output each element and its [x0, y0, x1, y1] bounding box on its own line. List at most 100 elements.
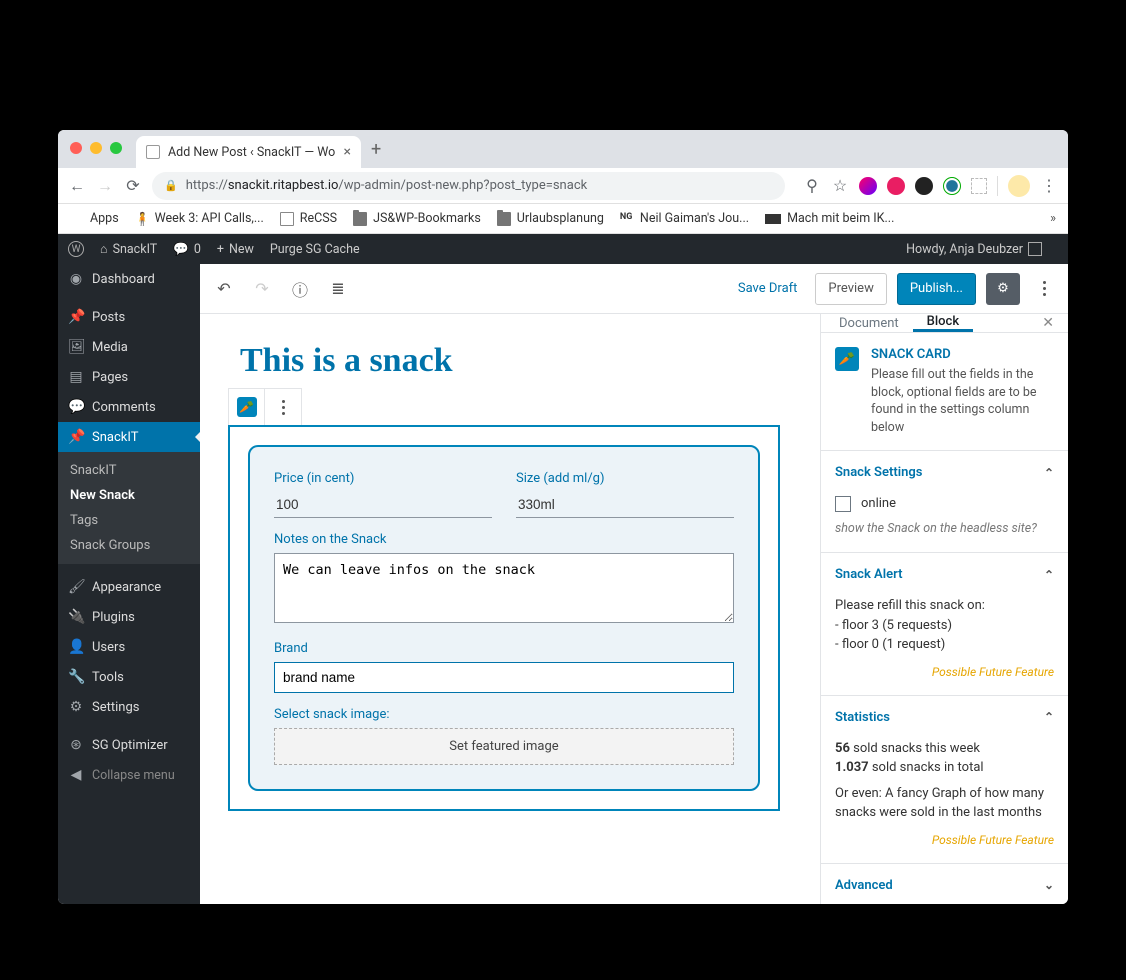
bookmark-item[interactable]: Mach mit beim IK...	[765, 211, 894, 226]
purge-cache[interactable]: Purge SG Cache	[270, 242, 360, 257]
panel-toggle[interactable]: Statistics⌃	[821, 696, 1068, 739]
more-button[interactable]	[1030, 275, 1058, 303]
extension-icon[interactable]	[859, 177, 877, 195]
menu-sg-optimizer[interactable]: ⊛SG Optimizer	[58, 730, 200, 760]
editor-toolbar: ↶ ↷ ⓘ ≣ Save Draft Preview Publish... ⚙	[200, 264, 1068, 314]
collapse-icon: ◀	[68, 767, 84, 783]
publish-button[interactable]: Publish...	[897, 273, 976, 305]
bookmark-apps[interactable]: Apps	[70, 211, 119, 226]
star-icon[interactable]: ☆	[831, 176, 849, 195]
menu-plugins[interactable]: 🔌Plugins	[58, 602, 200, 632]
menu-snackit[interactable]: 📌SnackIT	[58, 422, 200, 452]
browser-menu-icon[interactable]: ⋮	[1040, 176, 1058, 195]
chevron-up-icon: ⌃	[1044, 710, 1054, 724]
extension-icon[interactable]	[915, 177, 933, 195]
bookmark-folder[interactable]: Urlaubsplanung	[497, 211, 604, 226]
menu-settings[interactable]: ⚙Settings	[58, 692, 200, 722]
extension-icon[interactable]	[887, 177, 905, 195]
brand-input[interactable]	[274, 662, 734, 693]
address-bar[interactable]: 🔒 https://snackit.ritapbest.io/wp-admin/…	[152, 172, 785, 200]
bookmark-folder[interactable]: JS&WP-Bookmarks	[353, 211, 481, 226]
gear-icon: ⚙	[997, 281, 1009, 296]
block-description: Please fill out the fields in the block,…	[871, 366, 1054, 436]
folder-icon	[497, 212, 511, 226]
outline-button[interactable]: ≣	[324, 275, 352, 303]
site-link[interactable]: ⌂SnackIT	[100, 242, 157, 257]
submenu-snackit: SnackIT New Snack Tags Snack Groups	[58, 452, 200, 564]
menu-pages[interactable]: ▤Pages	[58, 362, 200, 392]
online-checkbox-row[interactable]: online	[835, 494, 1054, 514]
menu-tools[interactable]: 🔧Tools	[58, 662, 200, 692]
post-title[interactable]: This is a snack	[240, 342, 780, 380]
menu-users[interactable]: 👤Users	[58, 632, 200, 662]
menu-posts[interactable]: 📌Posts	[58, 302, 200, 332]
alert-intro: Please refill this snack on:	[835, 596, 1054, 616]
user-greeting[interactable]: Howdy, Anja Deubzer	[906, 242, 1042, 257]
size-input[interactable]	[516, 492, 734, 518]
redo-button[interactable]: ↷	[248, 275, 276, 303]
back-button[interactable]: ←	[68, 176, 86, 196]
zoom-icon[interactable]: ⚲	[803, 176, 821, 195]
tab-block[interactable]: Block	[913, 314, 973, 332]
undo-button[interactable]: ↶	[210, 275, 238, 303]
menu-media[interactable]: 🖼Media	[58, 332, 200, 362]
submenu-item[interactable]: SnackIT	[58, 458, 200, 483]
close-window-icon[interactable]	[70, 142, 82, 154]
site-name: SnackIT	[113, 242, 158, 257]
info-button[interactable]: ⓘ	[286, 275, 314, 303]
editor-canvas[interactable]: This is a snack 🥕 Price (in cent)	[200, 314, 820, 904]
menu-dashboard[interactable]: ◉Dashboard	[58, 264, 200, 294]
block-toolbar: 🥕	[228, 388, 302, 425]
notes-textarea[interactable]: We can leave infos on the snack	[274, 553, 734, 623]
page-icon	[280, 212, 294, 226]
submenu-item[interactable]: Snack Groups	[58, 533, 200, 558]
maximize-window-icon[interactable]	[110, 142, 122, 154]
future-feature-note: Possible Future Feature	[835, 663, 1054, 681]
browser-tab[interactable]: Add New Post ‹ SnackIT — Wo ×	[136, 136, 361, 168]
tab-document[interactable]: Document	[825, 314, 913, 332]
panel-toggle[interactable]: Snack Alert⌃	[821, 553, 1068, 596]
submenu-item-active[interactable]: New Snack	[58, 483, 200, 508]
close-inspector-icon[interactable]: ✕	[1032, 315, 1064, 331]
bookmarks-overflow-icon[interactable]: »	[1050, 211, 1056, 226]
profile-avatar[interactable]	[1008, 175, 1030, 197]
panel-toggle[interactable]: Advanced⌄	[821, 864, 1068, 904]
settings-button[interactable]: ⚙	[986, 273, 1020, 305]
set-featured-image-button[interactable]: Set featured image	[274, 728, 734, 765]
toolbar-right: ⚲ ☆ ⋮	[803, 175, 1058, 197]
bookmark-label: Neil Gaiman's Jou...	[640, 211, 749, 226]
collapse-menu[interactable]: ◀Collapse menu	[58, 760, 200, 790]
new-tab-button[interactable]: +	[371, 139, 381, 160]
bookmark-item[interactable]: ReCSS	[280, 211, 337, 226]
reload-button[interactable]: ⟳	[124, 176, 142, 195]
block-type-icon[interactable]: 🥕	[229, 389, 265, 425]
bookmarks-bar: Apps 🧍Week 3: API Calls,... ReCSS JS&WP-…	[58, 204, 1068, 234]
price-input[interactable]	[274, 492, 492, 518]
bookmark-item[interactable]: NGNeil Gaiman's Jou...	[620, 211, 749, 226]
menu-label: Dashboard	[92, 272, 155, 287]
extension-icon[interactable]	[971, 178, 987, 194]
new-content[interactable]: +New	[217, 242, 254, 257]
save-draft-button[interactable]: Save Draft	[730, 275, 806, 302]
submenu-item[interactable]: Tags	[58, 508, 200, 533]
wp-logo[interactable]: W	[68, 241, 84, 257]
bookmark-label: JS&WP-Bookmarks	[373, 211, 481, 226]
extension-icon[interactable]	[943, 177, 961, 195]
comments-link[interactable]: 💬0	[173, 242, 201, 257]
menu-comments[interactable]: 💬Comments	[58, 392, 200, 422]
panel-snack-settings: Snack Settings⌃ online show the Snack on…	[821, 451, 1068, 553]
user-icon: 👤	[68, 639, 84, 655]
comment-icon: 💬	[173, 242, 189, 257]
snack-card-block: Price (in cent) Size (add ml/g) Notes on…	[228, 425, 780, 811]
minimize-window-icon[interactable]	[90, 142, 102, 154]
forward-button[interactable]: →	[96, 176, 114, 196]
alert-line: - floor 0 (1 request)	[835, 635, 1054, 655]
carrot-icon: 🥕	[237, 397, 257, 417]
block-more-button[interactable]	[265, 389, 301, 425]
preview-button[interactable]: Preview	[815, 273, 886, 305]
bookmark-item[interactable]: 🧍Week 3: API Calls,...	[135, 211, 264, 226]
checkbox-icon[interactable]	[835, 496, 851, 512]
panel-toggle[interactable]: Snack Settings⌃	[821, 451, 1068, 494]
menu-appearance[interactable]: 🖌Appearance	[58, 572, 200, 602]
tab-close-icon[interactable]: ×	[344, 144, 351, 160]
